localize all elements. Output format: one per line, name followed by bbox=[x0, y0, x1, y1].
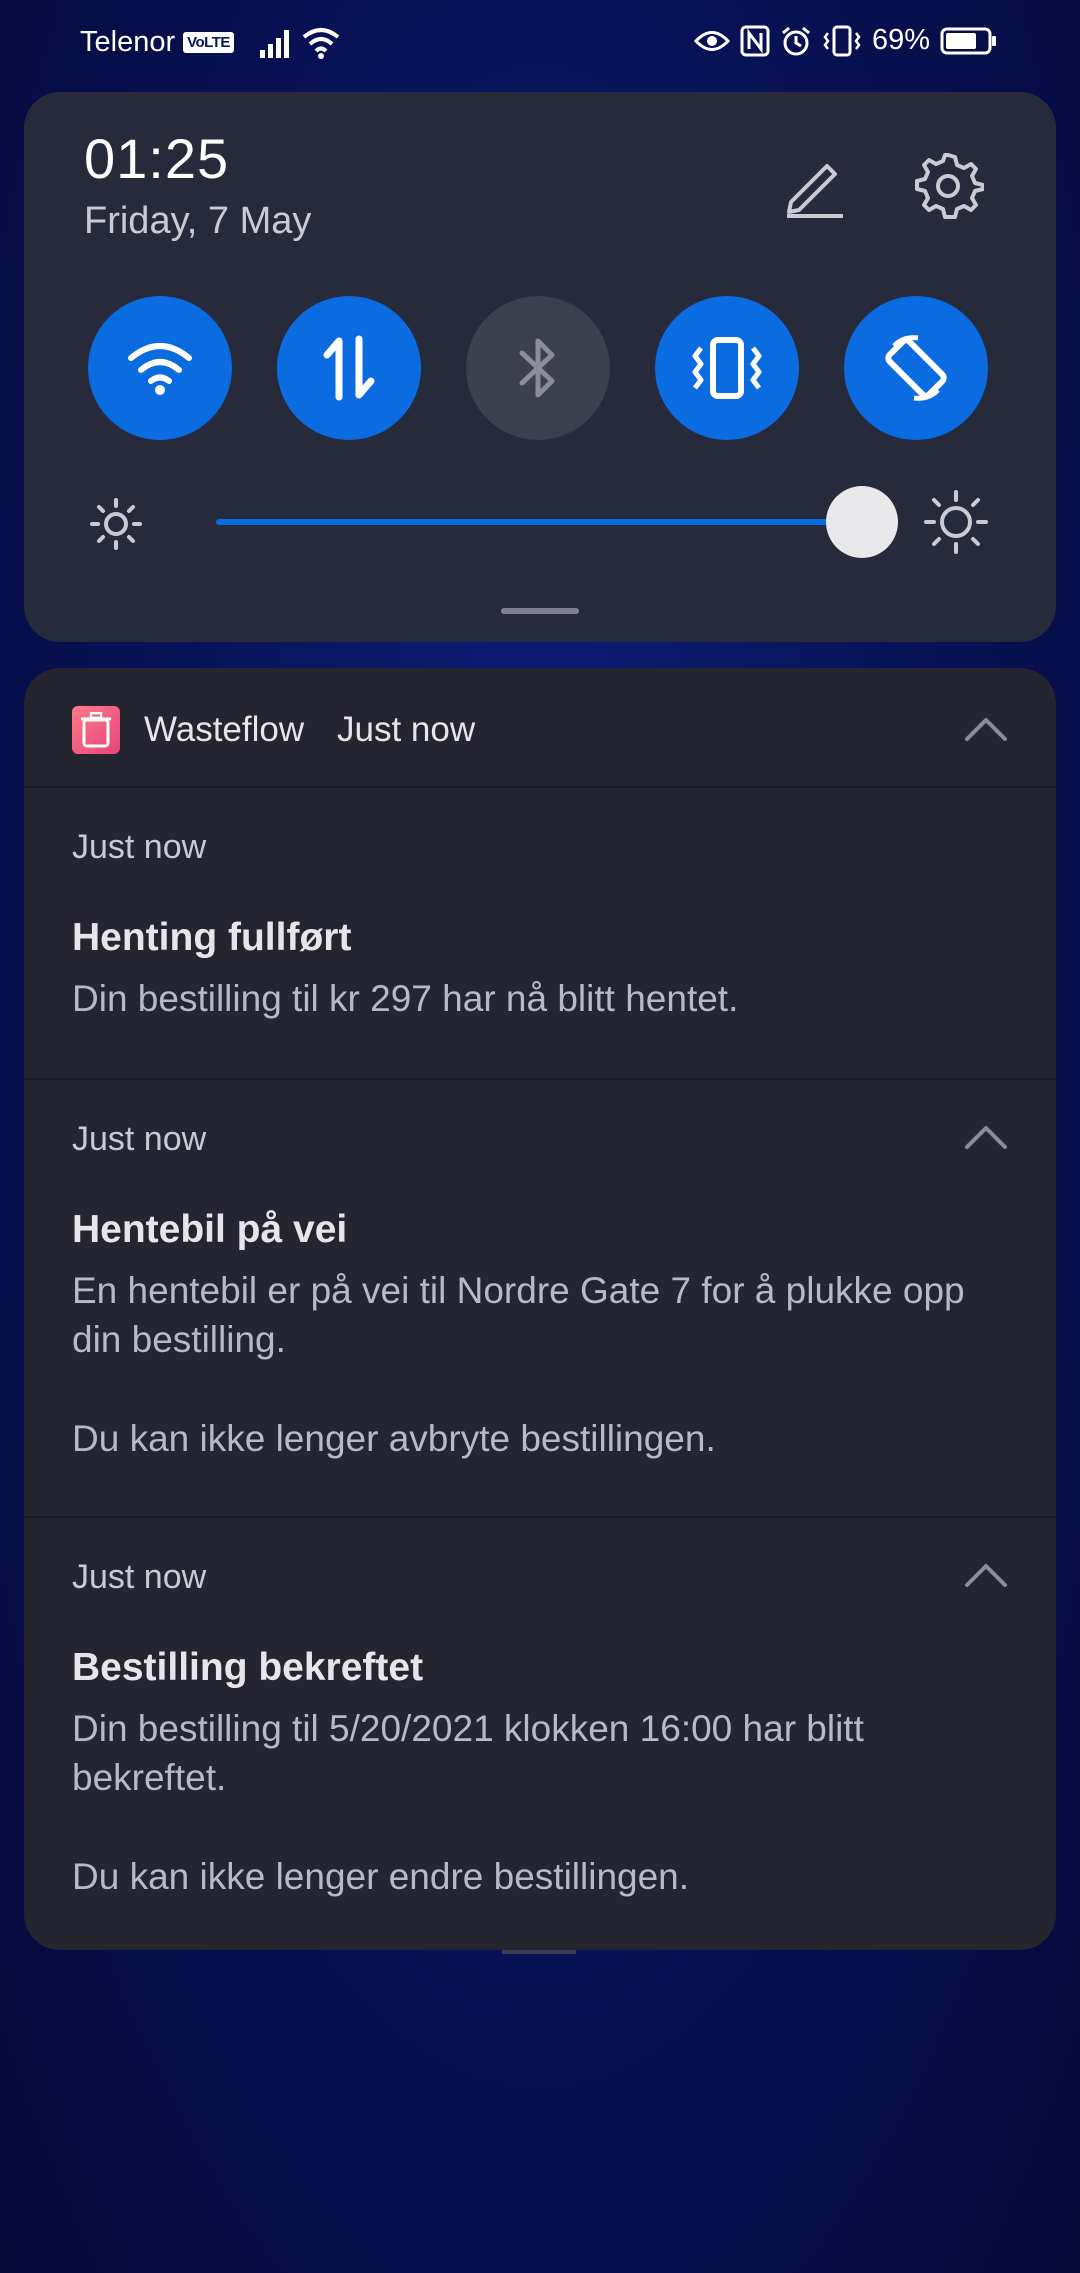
item-body-secondary: Du kan ikke lenger avbryte bestillingen. bbox=[72, 1418, 716, 1459]
notification-item[interactable]: Just now Hentebil på vei En hentebil er … bbox=[24, 1080, 1056, 1516]
item-body: En hentebil er på vei til Nordre Gate 7 … bbox=[72, 1270, 965, 1360]
nfc-icon bbox=[740, 25, 770, 57]
app-name: Wasteflow bbox=[144, 710, 305, 749]
bluetooth-toggle[interactable] bbox=[466, 296, 610, 440]
carrier-name: Telenor bbox=[80, 26, 176, 58]
eye-icon bbox=[693, 28, 730, 54]
battery-icon bbox=[940, 27, 998, 55]
item-title: Hentebil på vei bbox=[72, 1208, 348, 1251]
edit-icon[interactable] bbox=[779, 152, 849, 222]
quick-settings-panel: 01:25 Friday, 7 May bbox=[24, 92, 1056, 642]
item-body-secondary: Du kan ikke lenger endre bestillingen. bbox=[72, 1856, 690, 1897]
brightness-high-icon bbox=[924, 490, 988, 559]
vibrate-icon bbox=[822, 25, 862, 57]
item-body: Din bestilling til kr 297 har nå blitt h… bbox=[72, 978, 739, 1019]
brightness-slider-knob[interactable] bbox=[826, 486, 898, 558]
brightness-slider-track[interactable] bbox=[216, 519, 866, 525]
wifi-toggle-icon bbox=[128, 343, 192, 395]
status-bar-left: Telenor VoLTE bbox=[80, 26, 340, 59]
gear-icon[interactable] bbox=[912, 150, 985, 222]
status-bar: Telenor VoLTE 69% bbox=[0, 0, 1080, 90]
wifi-toggle[interactable] bbox=[88, 296, 232, 440]
data-arrows-icon bbox=[323, 335, 375, 401]
battery-percent: 69% bbox=[871, 24, 930, 56]
notification-card[interactable]: Wasteflow Just now Just now Henting full… bbox=[24, 668, 1056, 1950]
item-body: Din bestilling til 5/20/2021 klokken 16:… bbox=[72, 1708, 864, 1798]
rotate-icon bbox=[885, 335, 947, 401]
status-bar-right: 69% bbox=[693, 24, 998, 57]
collapse-chevron-icon[interactable] bbox=[964, 716, 1008, 742]
app-time: Just now bbox=[337, 710, 476, 749]
signal-icon bbox=[259, 28, 294, 58]
bottom-drag-handle[interactable] bbox=[502, 1950, 576, 1954]
item-title: Bestilling bekreftet bbox=[72, 1646, 424, 1689]
bluetooth-icon bbox=[519, 338, 555, 398]
wasteflow-app-icon bbox=[72, 706, 120, 754]
item-title: Henting fullført bbox=[72, 916, 352, 959]
wifi-icon bbox=[302, 27, 340, 59]
collapse-chevron-icon[interactable] bbox=[964, 1124, 1008, 1150]
panel-drag-handle[interactable] bbox=[501, 608, 579, 614]
vibrate-toggle[interactable] bbox=[655, 296, 799, 440]
vibrate-toggle-icon bbox=[692, 337, 762, 399]
brightness-low-icon bbox=[88, 496, 144, 557]
notification-item[interactable]: Just now Bestilling bekreftet Din bestil… bbox=[24, 1518, 1056, 1950]
collapse-chevron-icon[interactable] bbox=[964, 1562, 1008, 1588]
notification-item[interactable]: Just now Henting fullført Din bestilling… bbox=[24, 788, 1056, 1078]
quick-toggles bbox=[88, 296, 988, 440]
notification-header[interactable]: Wasteflow Just now bbox=[24, 668, 1056, 786]
volte-badge: VoLTE bbox=[183, 32, 234, 53]
item-time: Just now bbox=[72, 1558, 207, 1596]
clock-time: 01:25 bbox=[84, 127, 230, 190]
item-time: Just now bbox=[72, 828, 207, 866]
clock-date[interactable]: Friday, 7 May bbox=[84, 200, 311, 243]
auto-rotate-toggle[interactable] bbox=[844, 296, 988, 440]
mobile-data-toggle[interactable] bbox=[277, 296, 421, 440]
alarm-icon bbox=[780, 25, 812, 57]
item-time: Just now bbox=[72, 1120, 207, 1158]
